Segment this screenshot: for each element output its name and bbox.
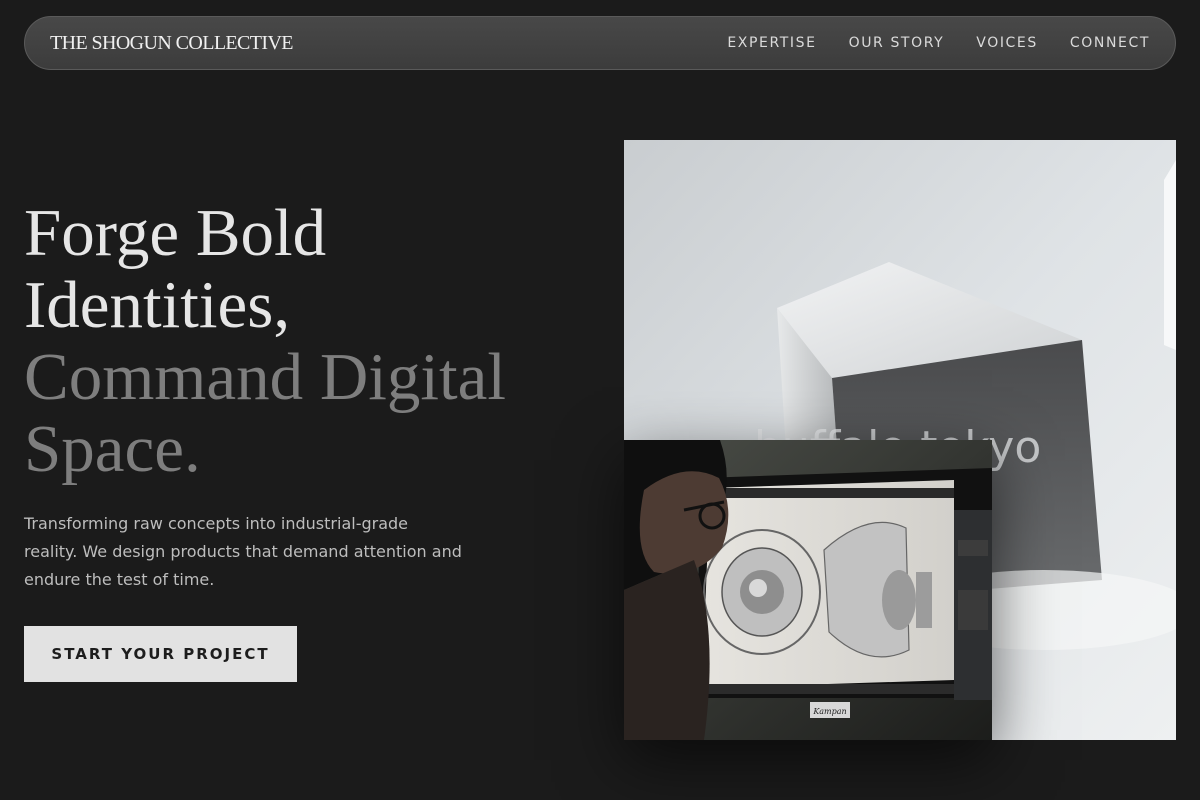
headline-line-4: Space. — [24, 412, 201, 486]
headline-line-1: Forge Bold — [24, 196, 327, 270]
top-navigation-bar: THE SHOGUN COLLECTIVE EXPERTISE OUR STOR… — [24, 16, 1176, 70]
nav-link-expertise[interactable]: EXPERTISE — [727, 35, 816, 51]
nav-link-voices[interactable]: VOICES — [976, 35, 1038, 51]
start-project-button[interactable]: START YOUR PROJECT — [24, 626, 297, 682]
headline-line-3: Command Digital — [24, 340, 506, 414]
designer-monitor-image: Kampan — [624, 440, 992, 740]
hero-description: Transforming raw concepts into industria… — [24, 514, 462, 589]
brand-logo[interactable]: THE SHOGUN COLLECTIVE — [50, 32, 294, 55]
hero-headline: Forge Bold Identities, Command Digital S… — [24, 197, 604, 485]
nav-link-our-story[interactable]: OUR STORY — [849, 35, 945, 51]
nav-links: EXPERTISE OUR STORY VOICES CONNECT — [695, 35, 1150, 51]
nav-link-connect[interactable]: CONNECT — [1070, 35, 1150, 51]
monitor-brand-text: Kampan — [812, 707, 846, 716]
headline-line-2: Identities, — [24, 268, 291, 342]
